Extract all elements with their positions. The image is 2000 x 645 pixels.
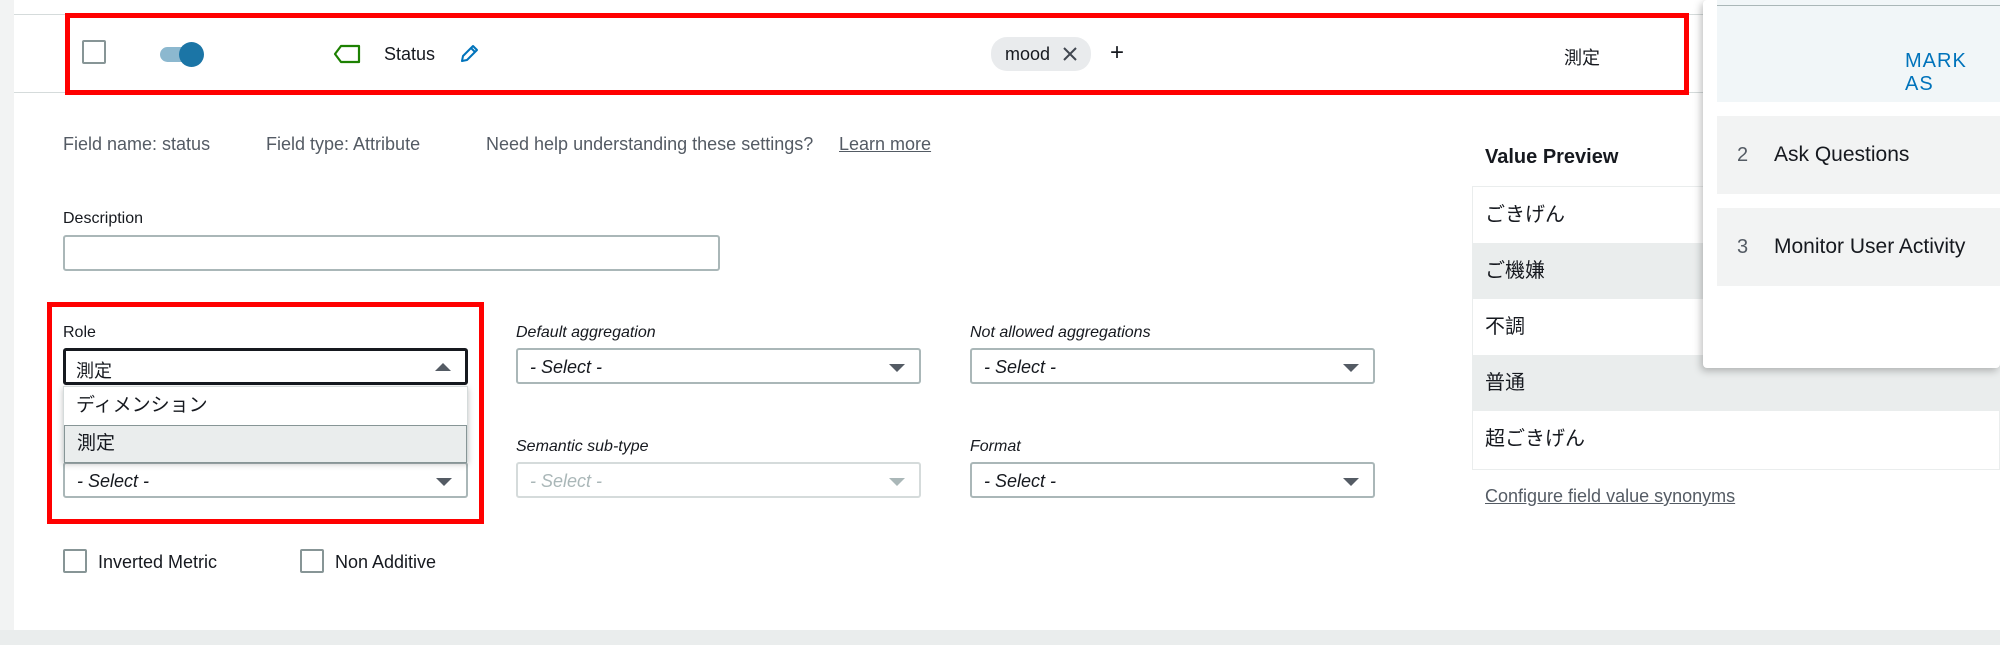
page-bottom-margin [0,630,2000,645]
configure-synonyms-link[interactable]: Configure field value synonyms [1485,486,1735,507]
step-number: 3 [1737,236,1749,258]
mark-as-button[interactable]: MARK AS [1905,50,2000,96]
not-allowed-aggregations-value: - Select - [984,357,1057,377]
chevron-down-icon [1343,364,1359,372]
step-label: Ask Questions [1774,143,1910,166]
format-select[interactable]: - Select - [970,462,1375,498]
format-label: Format [970,438,1021,455]
not-allowed-aggregations-label: Not allowed aggregations [970,324,1151,341]
panel-step-item[interactable]: 2 Ask Questions [1717,116,2000,194]
learn-more-link[interactable]: Learn more [839,134,931,155]
panel-step-item[interactable]: 3 Monitor User Activity [1717,208,2000,286]
value-preview-title: Value Preview [1485,146,1619,168]
preview-value-row: 超ごきげん [1485,428,1585,450]
highlight-box [65,13,1689,95]
chevron-down-icon [889,364,905,372]
inverted-metric-checkbox[interactable] [63,549,87,573]
highlight-box [47,302,484,524]
default-aggregation-select[interactable]: - Select - [516,348,921,384]
not-allowed-aggregations-select[interactable]: - Select - [970,348,1375,384]
panel-header-card: MARK AS [1717,0,2000,102]
semantic-subtype-select: - Select - [516,462,921,498]
semantic-subtype-label: Semantic sub-type [516,438,649,455]
format-value: - Select - [984,471,1057,491]
non-additive-label: Non Additive [335,552,437,572]
description-label: Description [63,210,144,227]
field-name-info: Field name: status [63,134,211,154]
chevron-down-icon [1343,478,1359,486]
non-additive-checkbox[interactable] [300,549,324,573]
progress-bar [1717,0,2000,6]
help-text: Need help understanding these settings? [486,134,814,154]
default-aggregation-label: Default aggregation [516,324,656,341]
page-left-margin [0,0,14,645]
getting-started-panel: MARK AS 2 Ask Questions 3 Monitor User A… [1703,0,2000,368]
semantic-subtype-value: - Select - [530,471,603,491]
field-type-info: Field type: Attribute [266,134,421,154]
description-input[interactable] [63,235,720,271]
default-aggregation-value: - Select - [530,357,603,377]
step-label: Monitor User Activity [1774,235,1966,258]
inverted-metric-label: Inverted Metric [98,552,218,572]
step-number: 2 [1737,144,1749,166]
chevron-down-icon [889,478,905,486]
